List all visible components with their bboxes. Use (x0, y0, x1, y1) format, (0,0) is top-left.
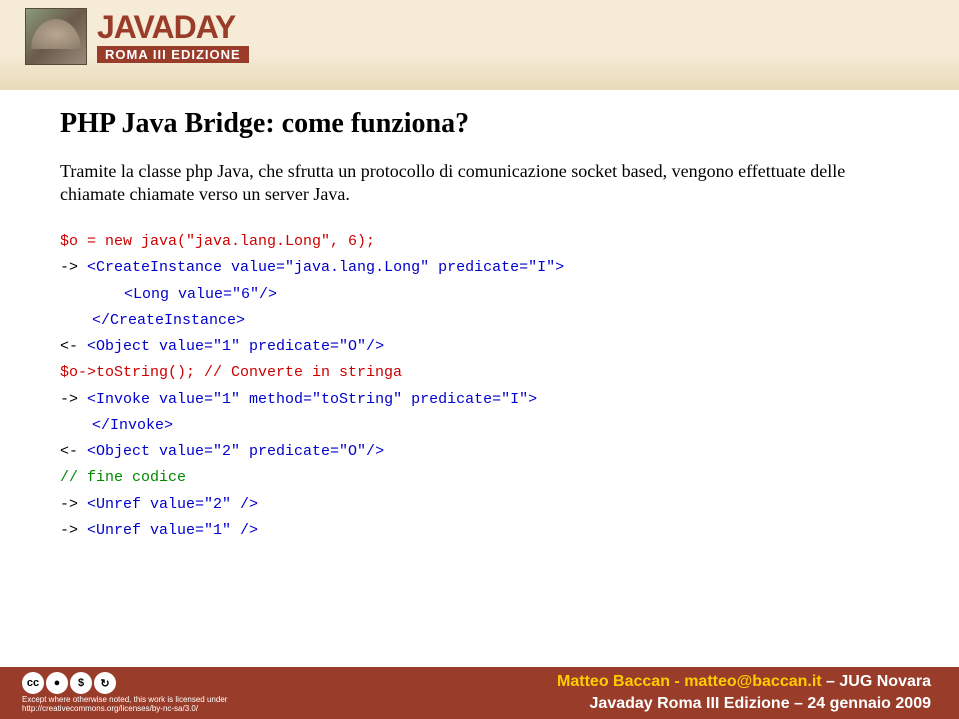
code-line: <Long value="6"/> (60, 282, 899, 308)
code-block: $o = new java("java.lang.Long", 6); -> <… (60, 229, 899, 544)
code-line: // fine codice (60, 465, 899, 491)
code-arrow: <- (60, 443, 87, 460)
code-xml: </CreateInstance> (92, 312, 245, 329)
code-line: </Invoke> (60, 413, 899, 439)
edition-label: ROMA III EDIZIONE (97, 46, 249, 63)
code-line: </CreateInstance> (60, 308, 899, 334)
code-line: $o = new java("java.lang.Long", 6); (60, 229, 899, 255)
code-xml: <Unref value="1" /> (87, 522, 258, 539)
page-title: PHP Java Bridge: come funziona? (60, 108, 899, 140)
code-comment: // fine codice (60, 469, 186, 486)
code-xml: <Invoke value="1" method="toString" pred… (87, 391, 537, 408)
code-xml: <CreateInstance value="java.lang.Long" p… (87, 259, 564, 276)
code-arrow: -> (60, 522, 87, 539)
code-arrow: -> (60, 391, 87, 408)
author-line: Matteo Baccan - matteo@baccan.it – JUG N… (557, 671, 931, 693)
code-line: -> <Invoke value="1" method="toString" p… (60, 387, 899, 413)
code-line: -> <Unref value="1" /> (60, 518, 899, 544)
code-xml: <Long value="6"/> (124, 286, 277, 303)
sa-icon: ↻ (94, 672, 116, 694)
code-xml: </Invoke> (92, 417, 173, 434)
logo-text-block: JAVADAY ROMA III EDIZIONE (97, 9, 249, 64)
code-line: <- <Object value="2" predicate="O"/> (60, 439, 899, 465)
code-arrow: <- (60, 338, 87, 355)
code-arrow: -> (60, 259, 87, 276)
logo-container: JAVADAY ROMA III EDIZIONE (25, 8, 249, 65)
cc-icon: cc (22, 672, 44, 694)
footer: cc ● $ ↻ Except where otherwise noted, t… (0, 667, 959, 719)
nc-icon: $ (70, 672, 92, 694)
brand-name: JAVADAY (97, 9, 249, 46)
logo-colosseum-image (25, 8, 87, 65)
description-text: Tramite la classe php Java, che sfrutta … (60, 160, 899, 205)
code-line: -> <CreateInstance value="java.lang.Long… (60, 255, 899, 281)
code-line: $o->toString(); // Converte in stringa (60, 360, 899, 386)
code-arrow: -> (60, 496, 87, 513)
cc-license-text: Except where otherwise noted, this work … (22, 696, 227, 714)
author-name: Matteo Baccan - matteo@baccan.it (557, 673, 822, 690)
cc-license-badge: cc ● $ ↻ Except where otherwise noted, t… (22, 672, 227, 714)
code-line: -> <Unref value="2" /> (60, 492, 899, 518)
content-area: PHP Java Bridge: come funziona? Tramite … (60, 108, 899, 544)
cc-line2: http://creativecommons.org/licenses/by-n… (22, 705, 227, 714)
cc-icons-row: cc ● $ ↻ (22, 672, 227, 694)
event-line: Javaday Roma III Edizione – 24 gennaio 2… (557, 693, 931, 715)
code-call: $o->toString(); // Converte in stringa (60, 364, 402, 381)
code-xml: <Object value="1" predicate="O"/> (87, 338, 384, 355)
jug-name: – JUG Novara (822, 673, 931, 690)
footer-right: Matteo Baccan - matteo@baccan.it – JUG N… (557, 671, 931, 714)
code-call: $o = new java("java.lang.Long", 6); (60, 233, 375, 250)
code-line: <- <Object value="1" predicate="O"/> (60, 334, 899, 360)
code-xml: <Unref value="2" /> (87, 496, 258, 513)
header-band: JAVADAY ROMA III EDIZIONE (0, 0, 959, 90)
by-icon: ● (46, 672, 68, 694)
code-xml: <Object value="2" predicate="O"/> (87, 443, 384, 460)
